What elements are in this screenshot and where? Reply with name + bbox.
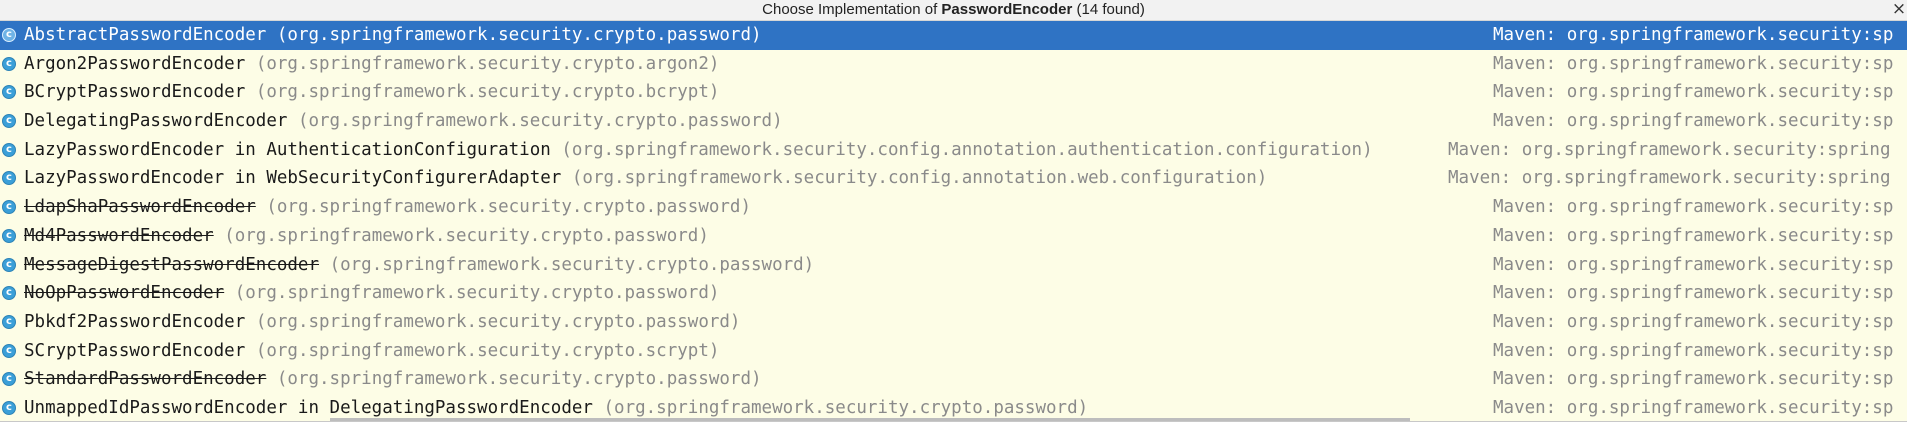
implementation-label: StandardPasswordEncoder (org.springframe… — [24, 365, 762, 394]
implementation-label: LazyPasswordEncoder in AuthenticationCon… — [24, 136, 1373, 165]
class-icon: c — [2, 400, 16, 415]
class-name: LdapShaPasswordEncoder — [24, 197, 256, 218]
library-label: Maven: org.springframework.security:sp — [1493, 82, 1894, 103]
package-name: (org.springframework.security.crypto.pas… — [276, 369, 762, 390]
class-name: NoOpPasswordEncoder — [24, 283, 225, 304]
implementation-row[interactable]: c Argon2PasswordEncoder (org.springframew… — [0, 50, 1907, 79]
implementation-label: SCryptPasswordEncoder (org.springframewo… — [24, 337, 719, 366]
class-icon: c — [2, 286, 16, 301]
implementation-row[interactable]: c DelegatingPasswordEncoder (org.springfr… — [0, 107, 1907, 136]
class-name: SCryptPasswordEncoder — [24, 340, 246, 361]
implementation-row[interactable]: c AbstractPasswordEncoder (org.springfram… — [0, 21, 1907, 50]
library-label: Maven: org.springframework.security:sp — [1493, 311, 1894, 332]
library-label: Maven: org.springframework.security:sp — [1493, 225, 1894, 246]
implementation-row[interactable]: c BCryptPasswordEncoder (org.springframew… — [0, 78, 1907, 107]
implementation-row[interactable]: c LazyPasswordEncoder in AuthenticationCo… — [0, 136, 1907, 165]
implementation-label: LdapShaPasswordEncoder (org.springframew… — [24, 193, 751, 222]
package-name: (org.springframework.security.config.ann… — [561, 139, 1373, 160]
class-name: BCryptPasswordEncoder — [24, 82, 246, 103]
class-name: Md4PasswordEncoder — [24, 225, 214, 246]
package-name: (org.springframework.security.crypto.pas… — [266, 197, 751, 218]
class-icon: c — [2, 343, 16, 358]
implementation-row[interactable]: c LazyPasswordEncoder in WebSecurityConfi… — [0, 164, 1907, 193]
package-name: (org.springframework.security.crypto.pas… — [276, 25, 762, 45]
dialog-title-count: (14 found) — [1072, 1, 1145, 18]
dialog-title-prefix: Choose Implementation of — [762, 1, 942, 18]
class-name: DelegatingPasswordEncoder — [24, 111, 288, 132]
package-name: (org.springframework.security.crypto.pas… — [234, 283, 720, 304]
package-name: (org.springframework.security.crypto.arg… — [255, 53, 720, 74]
class-icon: c — [2, 314, 16, 329]
implementation-label: Pbkdf2PasswordEncoder (org.springframewo… — [24, 308, 740, 337]
implementation-label: DelegatingPasswordEncoder (org.springfra… — [24, 107, 783, 136]
implementation-label: Md4PasswordEncoder (org.springframework.… — [24, 222, 709, 251]
class-name: AbstractPasswordEncoder — [24, 25, 267, 45]
package-name: (org.springframework.security.crypto.pas… — [603, 397, 1089, 418]
package-name: (org.springframework.security.crypto.bcr… — [255, 82, 720, 103]
library-label: Maven: org.springframework.security:sp — [1493, 53, 1894, 74]
class-icon: c — [2, 142, 16, 157]
implementation-label: BCryptPasswordEncoder (org.springframewo… — [24, 78, 719, 107]
package-name: (org.springframework.security.config.ann… — [571, 168, 1268, 189]
class-icon: c — [2, 171, 16, 186]
class-icon: c — [2, 200, 16, 215]
class-name: UnmappedIdPasswordEncoder in DelegatingP… — [24, 397, 593, 418]
package-name: (org.springframework.security.crypto.pas… — [224, 225, 709, 246]
implementation-label: UnmappedIdPasswordEncoder in DelegatingP… — [24, 394, 1088, 421]
class-name: Argon2PasswordEncoder — [24, 53, 246, 74]
library-label: Maven: org.springframework.security:sp — [1493, 25, 1894, 45]
implementation-row[interactable]: c Pbkdf2PasswordEncoder (org.springframew… — [0, 308, 1907, 337]
package-name: (org.springframework.security.crypto.pas… — [255, 311, 741, 332]
package-name: (org.springframework.security.crypto.pas… — [329, 254, 815, 275]
library-label: Maven: org.springframework.security:sp — [1493, 254, 1894, 275]
implementation-label: MessageDigestPasswordEncoder (org.spring… — [24, 251, 814, 280]
implementation-row[interactable]: c LdapShaPasswordEncoder (org.springframe… — [0, 193, 1907, 222]
class-name: MessageDigestPasswordEncoder — [24, 254, 320, 275]
implementation-row[interactable]: c MessageDigestPasswordEncoder (org.sprin… — [0, 251, 1907, 280]
class-icon: c — [2, 114, 16, 129]
dialog-title-bar: Choose Implementation of PasswordEncoder… — [0, 0, 1907, 21]
library-label: Maven: org.springframework.security:spri… — [1448, 139, 1891, 160]
implementation-row[interactable]: c NoOpPasswordEncoder (org.springframewor… — [0, 279, 1907, 308]
class-icon: c — [2, 28, 16, 42]
implementation-list[interactable]: c AbstractPasswordEncoder (org.springfram… — [0, 21, 1907, 421]
library-label: Maven: org.springframework.security:spri… — [1448, 168, 1891, 189]
editor-behind-strip — [0, 421, 1907, 437]
library-label: Maven: org.springframework.security:sp — [1493, 111, 1894, 132]
implementation-row[interactable]: c UnmappedIdPasswordEncoder in Delegating… — [0, 394, 1907, 421]
package-name: (org.springframework.security.crypto.scr… — [255, 340, 720, 361]
close-icon[interactable]: × — [1891, 0, 1907, 20]
class-icon: c — [2, 85, 16, 100]
class-icon: c — [2, 228, 16, 243]
implementation-label: NoOpPasswordEncoder (org.springframework… — [24, 279, 719, 308]
library-label: Maven: org.springframework.security:sp — [1493, 283, 1894, 304]
class-icon: c — [2, 372, 16, 387]
class-name: LazyPasswordEncoder in AuthenticationCon… — [24, 139, 551, 160]
library-label: Maven: org.springframework.security:sp — [1493, 340, 1894, 361]
implementation-row[interactable]: c SCryptPasswordEncoder (org.springframew… — [0, 337, 1907, 366]
dialog-title: Choose Implementation of PasswordEncoder… — [762, 1, 1145, 18]
library-label: Maven: org.springframework.security:sp — [1493, 369, 1894, 390]
library-label: Maven: org.springframework.security:sp — [1493, 397, 1894, 418]
implementation-label: LazyPasswordEncoder in WebSecurityConfig… — [24, 164, 1267, 193]
implementation-label: Argon2PasswordEncoder (org.springframewo… — [24, 50, 719, 79]
library-label: Maven: org.springframework.security:sp — [1493, 197, 1894, 218]
dialog-title-interface: PasswordEncoder — [941, 1, 1073, 18]
class-name: LazyPasswordEncoder in WebSecurityConfig… — [24, 168, 562, 189]
implementation-row[interactable]: c Md4PasswordEncoder (org.springframework… — [0, 222, 1907, 251]
class-icon: c — [2, 257, 16, 272]
implementation-label: AbstractPasswordEncoder (org.springframe… — [24, 21, 762, 50]
class-icon: c — [2, 56, 16, 71]
implementation-row[interactable]: c StandardPasswordEncoder (org.springfram… — [0, 365, 1907, 394]
class-name: StandardPasswordEncoder — [24, 369, 267, 390]
package-name: (org.springframework.security.crypto.pas… — [297, 111, 783, 132]
class-name: Pbkdf2PasswordEncoder — [24, 311, 246, 332]
